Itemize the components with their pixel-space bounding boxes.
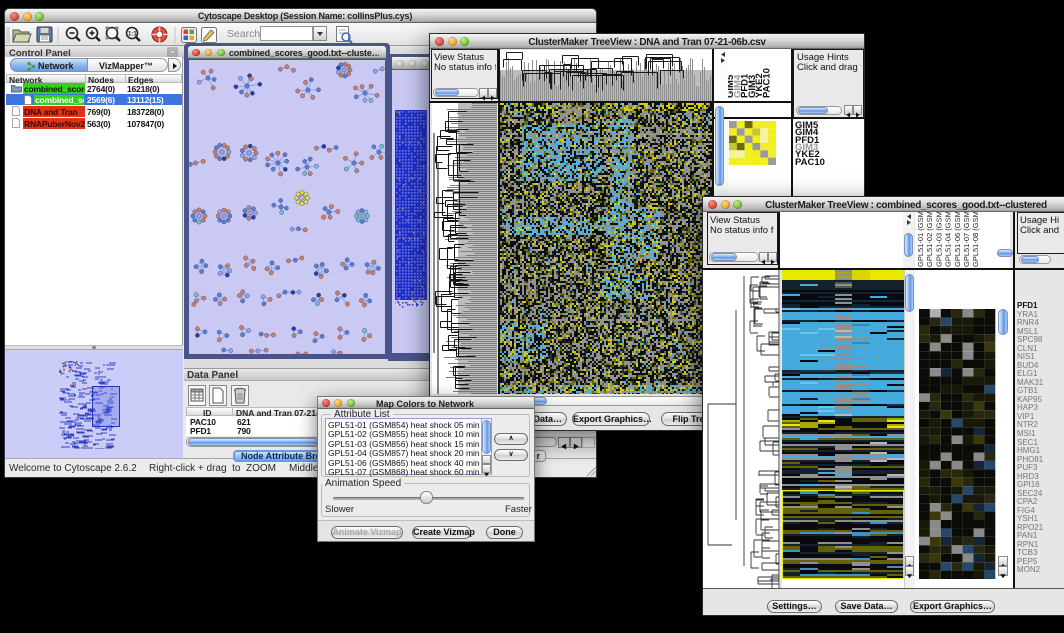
- svg-text:PAC10: PAC10: [762, 68, 773, 98]
- svg-text:GPL51-07 (GSM868): GPL51-07 (GSM868): [962, 212, 971, 267]
- svg-text:GPL51-04 (GSM857): GPL51-04 (GSM857): [944, 212, 953, 267]
- svg-text:GPL51-01 (GSM854): GPL51-01 (GSM854): [916, 212, 925, 267]
- svg-text:1:1: 1:1: [128, 32, 137, 38]
- svg-text:GPL51-06 (GSM865): GPL51-06 (GSM865): [953, 212, 962, 267]
- svg-text:GPL51-02 (GSM855): GPL51-02 (GSM855): [925, 212, 934, 267]
- svg-text:GPL51-03 (GSM856): GPL51-03 (GSM856): [934, 212, 943, 267]
- svg-text:GPL51-08 (GSM872): GPL51-08 (GSM872): [971, 212, 980, 267]
